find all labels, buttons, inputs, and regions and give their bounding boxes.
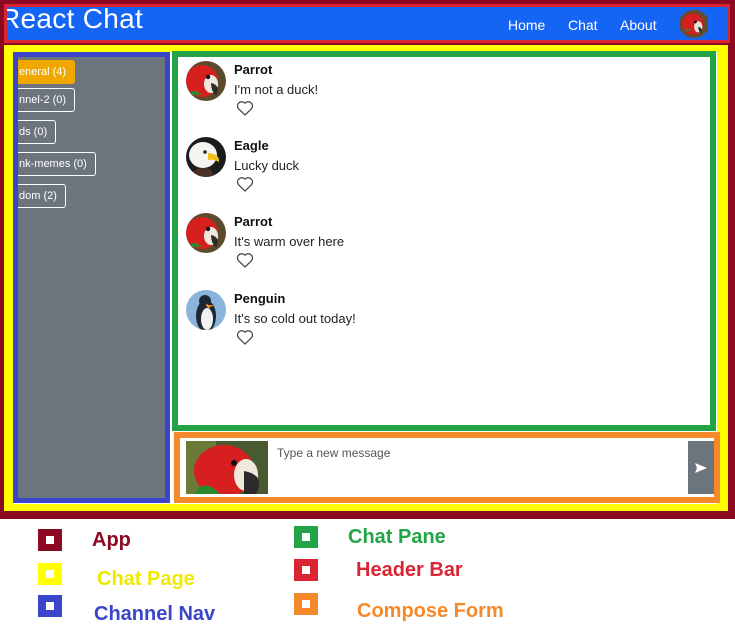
legend-swatch bbox=[294, 593, 318, 615]
penguin-icon bbox=[186, 290, 226, 330]
eagle-icon bbox=[186, 137, 226, 177]
legend-label: Compose Form bbox=[357, 600, 504, 622]
message-input[interactable] bbox=[269, 441, 687, 494]
legend-swatch bbox=[38, 563, 62, 585]
parrot-icon bbox=[186, 61, 226, 101]
nav-link-chat[interactable]: Chat bbox=[568, 17, 598, 33]
navbar: React Chat Home Chat About bbox=[7, 7, 727, 40]
user-avatar[interactable] bbox=[679, 10, 709, 38]
heart-icon[interactable] bbox=[235, 174, 255, 194]
message-text: It's warm over here bbox=[234, 234, 345, 249]
message-avatar bbox=[186, 290, 226, 330]
legend-swatch bbox=[38, 595, 62, 617]
message-avatar bbox=[186, 61, 226, 101]
legend-label: App bbox=[92, 529, 131, 551]
message-author: Eagle bbox=[234, 138, 269, 153]
message-author: Parrot bbox=[234, 214, 273, 229]
heart-icon[interactable] bbox=[235, 98, 255, 118]
message-avatar bbox=[186, 137, 226, 177]
brand-title[interactable]: React Chat bbox=[7, 7, 143, 35]
legend-label: Channel Nav bbox=[94, 603, 216, 625]
message-item: Parrot I'm not a duck! bbox=[186, 57, 686, 121]
heart-icon[interactable] bbox=[235, 250, 255, 270]
message-text: I'm not a duck! bbox=[234, 82, 319, 97]
nav-link-about[interactable]: About bbox=[620, 17, 657, 33]
legend-swatch bbox=[294, 526, 318, 548]
legend-label: Chat Page bbox=[97, 568, 195, 590]
message-item: Penguin It's so cold out today! bbox=[186, 286, 686, 350]
message-text: It's so cold out today! bbox=[234, 311, 356, 326]
send-icon bbox=[695, 463, 707, 473]
parrot-icon bbox=[186, 441, 268, 494]
message-author: Parrot bbox=[234, 62, 273, 77]
heart-icon[interactable] bbox=[235, 327, 255, 347]
message-item: Eagle Lucky duck bbox=[186, 133, 686, 197]
parrot-icon bbox=[186, 213, 226, 253]
message-text: Lucky duck bbox=[234, 158, 300, 173]
legend-swatch bbox=[38, 529, 62, 551]
message-avatar bbox=[186, 213, 226, 253]
compose-avatar bbox=[186, 441, 268, 494]
channel-nav-outline bbox=[13, 52, 170, 503]
legend-swatch bbox=[294, 559, 318, 581]
legend-label: Chat Pane bbox=[348, 526, 446, 548]
send-button[interactable] bbox=[688, 441, 714, 494]
message-author: Penguin bbox=[234, 291, 286, 306]
message-item: Parrot It's warm over here bbox=[186, 209, 686, 273]
parrot-icon bbox=[680, 10, 708, 38]
chat-pane: Parrot I'm not a duck! Eagle Lucky duck bbox=[178, 57, 710, 425]
nav-link-home[interactable]: Home bbox=[508, 17, 545, 33]
legend-label: Header Bar bbox=[356, 559, 463, 581]
